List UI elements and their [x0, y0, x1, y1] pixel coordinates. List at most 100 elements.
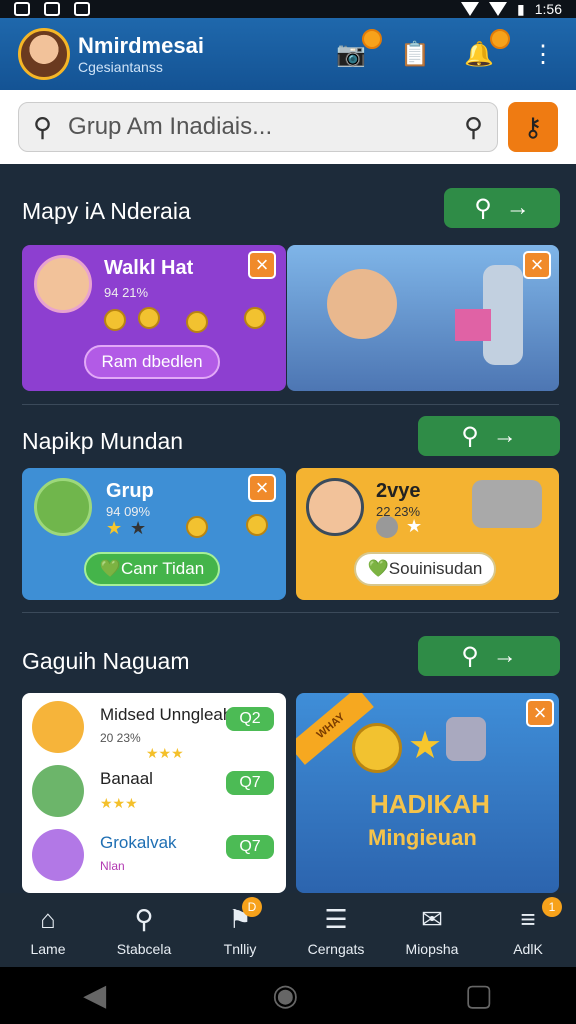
- notification-icon: [14, 2, 30, 16]
- card-action-button[interactable]: 💚 Souinisudan: [354, 552, 496, 586]
- more-vert-icon[interactable]: ⋮: [528, 39, 558, 69]
- key-button[interactable]: ⚷: [508, 102, 558, 152]
- search-icon: ⚲: [461, 642, 479, 670]
- home-circle-icon[interactable]: ◉: [272, 978, 298, 1013]
- search-icon: ⚲: [134, 903, 154, 934]
- list-item[interactable]: Banaal ★★★ Q7: [32, 761, 282, 823]
- search-icon: ⚲: [461, 422, 479, 450]
- wifi-icon: [461, 2, 480, 16]
- card-meta: 94 21%: [104, 285, 149, 300]
- card-title: Walkl Hat: [104, 257, 194, 279]
- tab-inbox[interactable]: ✉ Miopsha: [384, 893, 480, 967]
- battery-icon: ▮: [517, 0, 525, 17]
- coin-icon: [246, 514, 268, 536]
- star-rating: ★★★: [100, 795, 138, 811]
- key-icon: ⚷: [523, 111, 543, 142]
- app-header: Nmirdmesai Cgesiantanss 📷 📋 🔔 ⋮: [0, 18, 576, 90]
- divider: [22, 404, 559, 405]
- bell-icon[interactable]: 🔔: [464, 29, 510, 69]
- section-title: Gaguih Naguam: [22, 648, 190, 674]
- section-title: Mapy iA Nderaia: [22, 198, 191, 224]
- tab-badge: 1: [542, 897, 562, 917]
- list-icon: ☰: [324, 903, 348, 934]
- list-item-meta: Nlan: [100, 859, 125, 873]
- list-item[interactable]: Midsed Unngleah 20 23% ★★★ Q2: [32, 697, 282, 761]
- card-action-button[interactable]: Ram dbedlen: [84, 345, 220, 379]
- feature-card[interactable]: 2vye 22 23% ★ 💚 Souinisudan: [296, 468, 559, 600]
- coin-icon: [376, 516, 398, 538]
- close-icon[interactable]: ×: [248, 474, 276, 502]
- heart-icon: 💚: [99, 559, 121, 578]
- coin-stack-icon: [472, 480, 542, 528]
- coin-stack-icon: [34, 478, 92, 536]
- card-action-button[interactable]: 💚 Canr Tidan: [84, 552, 220, 586]
- app-subtitle: Cgesiantanss: [78, 59, 163, 75]
- coin-icon: [186, 516, 208, 538]
- tab-list[interactable]: ☰ Cerngats: [288, 893, 384, 967]
- section-go-button[interactable]: ⚲ →: [418, 416, 560, 456]
- avatar: [32, 765, 84, 817]
- tab-home[interactable]: ⌂ Lame: [0, 893, 96, 967]
- arrow-right-icon: →: [492, 422, 517, 449]
- clipboard-icon[interactable]: 📋: [400, 39, 430, 69]
- search-input[interactable]: ⚲ Grup Am Inadiais... ⚲: [18, 102, 498, 152]
- search-icon: ⚲: [33, 111, 53, 142]
- menu-icon: ≡: [520, 903, 536, 934]
- recent-apps-icon[interactable]: ▢: [465, 978, 493, 1013]
- search-bar: ⚲ Grup Am Inadiais... ⚲ ⚷: [0, 90, 576, 164]
- card-action-label: Canr Tidan: [121, 559, 205, 578]
- gift-icon: [455, 309, 491, 341]
- star-icon: ★: [408, 725, 443, 767]
- coin-stack-icon: [446, 717, 486, 761]
- promo-illustration[interactable]: ×: [287, 245, 559, 391]
- card-title: Grup: [106, 480, 154, 502]
- list-item-badge[interactable]: Q2: [226, 707, 274, 731]
- star-rating: ★★★: [146, 745, 184, 761]
- avatar: [306, 478, 364, 536]
- feature-card[interactable]: Walkl Hat 94 21% Ram dbedlen ×: [22, 245, 286, 391]
- avatar: [34, 255, 92, 313]
- coin-icon: [244, 307, 266, 329]
- avatar: [32, 701, 84, 753]
- card-title: 2vye: [376, 480, 421, 502]
- close-icon[interactable]: ×: [526, 699, 554, 727]
- coin-icon: [352, 723, 402, 773]
- list-item-badge[interactable]: Q7: [226, 835, 274, 859]
- list-item-name: Grokalvak: [100, 833, 177, 852]
- coin-icon: [138, 307, 160, 329]
- close-icon[interactable]: ×: [523, 251, 551, 279]
- promo-title: HADIKAH: [370, 789, 490, 819]
- search-placeholder: Grup Am Inadiais...: [68, 113, 273, 140]
- camera-icon[interactable]: 📷: [336, 29, 382, 69]
- list-item[interactable]: Grokalvak Nlan Q7: [32, 825, 282, 887]
- promo-subtitle: Mingieuan: [368, 825, 477, 850]
- status-time: 1:56: [534, 1, 562, 17]
- section-go-button[interactable]: ⚲ →: [418, 636, 560, 676]
- status-bar: ▮ 1:56: [0, 0, 576, 18]
- bottom-tab-bar: ⌂ Lame ⚲ Stabcela ⚑ D Tnlliy ☰ Cerngats ✉ Miop…: [0, 893, 576, 967]
- back-icon[interactable]: ◀: [83, 978, 106, 1013]
- avatar[interactable]: [18, 28, 70, 80]
- feature-card[interactable]: Grup 94 09% ★ ★ 💚 Canr Tidan ×: [22, 468, 286, 600]
- list-item-badge[interactable]: Q7: [226, 771, 274, 795]
- coin-icon: [186, 311, 208, 333]
- close-icon[interactable]: ×: [248, 251, 276, 279]
- divider: [22, 612, 559, 613]
- magnifier-icon[interactable]: ⚲: [464, 112, 483, 143]
- card-meta: 94 09%: [106, 504, 151, 519]
- camera-icon: [74, 2, 90, 16]
- section-go-button[interactable]: ⚲ →: [444, 188, 560, 228]
- leaderboard-card: Midsed Unngleah 20 23% ★★★ Q2 Banaal ★★★…: [22, 693, 286, 893]
- tab-label: Tnlliy: [223, 940, 257, 957]
- character-image: [327, 269, 397, 339]
- promo-card[interactable]: WHAY ★ HADIKAH Mingieuan ×: [296, 693, 559, 893]
- tab-badge: D: [242, 897, 262, 917]
- avatar: [32, 829, 84, 881]
- tab-flag[interactable]: ⚑ D Tnlliy: [192, 893, 288, 967]
- tab-menu[interactable]: ≡ 1 AdlK: [480, 893, 576, 967]
- arrow-right-icon: →: [492, 642, 517, 669]
- tab-label: Stabcela: [116, 940, 172, 957]
- tab-search[interactable]: ⚲ Stabcela: [96, 893, 192, 967]
- star-icon: ★: [406, 516, 423, 536]
- star-icon: ★: [106, 518, 123, 538]
